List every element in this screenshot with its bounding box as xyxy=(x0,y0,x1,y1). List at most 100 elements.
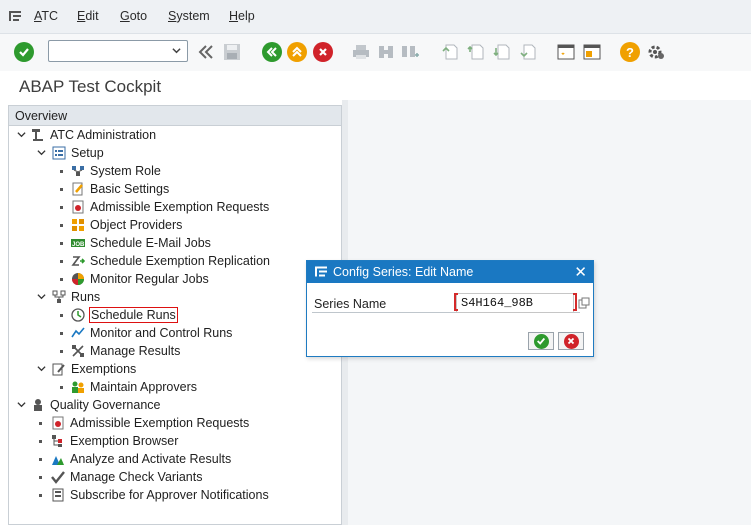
tree-bullet xyxy=(60,188,63,191)
tree-node-analyze-activate-results[interactable]: Analyze and Activate Results xyxy=(51,450,231,468)
replication-icon xyxy=(71,256,85,266)
tree-node-runs[interactable]: Runs xyxy=(52,288,100,306)
tree-bullet xyxy=(39,476,42,479)
tree-bullet xyxy=(60,260,63,263)
tree-node-exemption-browser[interactable]: Exemption Browser xyxy=(51,432,178,450)
tree-bullet xyxy=(60,170,63,173)
cancel-icon[interactable] xyxy=(313,42,333,62)
close-icon[interactable]: ✕ xyxy=(574,263,587,281)
tree-node-manage-check-variants[interactable]: Manage Check Variants xyxy=(51,468,202,486)
expand-toggle-icon[interactable] xyxy=(37,292,46,301)
dialog-title: Config Series: Edit Name xyxy=(333,265,474,279)
next-page-icon[interactable] xyxy=(492,42,512,62)
selected-node-label: Schedule Runs xyxy=(89,307,178,323)
exemption-request-icon xyxy=(72,200,84,214)
gear-icon[interactable] xyxy=(646,42,666,62)
tree-node-subscribe-approver-notifications[interactable]: Subscribe for Approver Notifications xyxy=(51,486,269,504)
tree-node-maintain-approvers[interactable]: Maintain Approvers xyxy=(71,378,197,396)
tree-node-monitor-control-runs[interactable]: Monitor and Control Runs xyxy=(71,324,232,342)
expand-toggle-icon[interactable] xyxy=(37,364,46,373)
check-icon xyxy=(533,333,549,349)
tree-node-basic-settings[interactable]: Basic Settings xyxy=(71,180,169,198)
monitor-icon xyxy=(72,273,84,285)
expand-toggle-icon[interactable] xyxy=(17,400,26,409)
save-icon[interactable] xyxy=(222,42,242,62)
first-page-icon[interactable] xyxy=(440,42,460,62)
subscribe-icon xyxy=(52,488,64,502)
governance-icon xyxy=(34,399,42,411)
chevron-down-icon[interactable] xyxy=(172,46,181,55)
tree-bullet xyxy=(60,206,63,209)
find-next-icon[interactable] xyxy=(400,42,420,62)
analyze-icon xyxy=(52,456,64,465)
overview-tree-panel: Overview ATC Administration Setup System… xyxy=(8,105,342,525)
focus-bracket-right xyxy=(573,293,577,311)
tree-node-system-role[interactable]: System Role xyxy=(71,162,161,180)
tree-node-manage-results[interactable]: Manage Results xyxy=(71,342,180,360)
tree-bullet xyxy=(60,278,63,281)
last-page-icon[interactable] xyxy=(518,42,538,62)
tree-bullet xyxy=(60,332,63,335)
menu-bar: ATC Edit Goto System Help xyxy=(0,0,751,34)
new-session-icon[interactable] xyxy=(556,42,576,62)
find-icon[interactable] xyxy=(376,42,396,62)
expand-toggle-icon[interactable] xyxy=(37,148,46,157)
double-chevron-left-icon[interactable] xyxy=(196,42,216,62)
shortcut-icon[interactable] xyxy=(582,42,602,62)
clock-icon xyxy=(71,308,85,322)
command-field[interactable] xyxy=(48,40,188,62)
runs-icon xyxy=(52,290,66,303)
series-name-input[interactable]: S4H164_98B xyxy=(456,293,574,313)
confirm-button[interactable] xyxy=(528,332,554,350)
tree-node-exemptions[interactable]: Exemptions xyxy=(52,360,136,378)
tree-node-quality-governance[interactable]: Quality Governance xyxy=(31,396,160,414)
tree-bullet xyxy=(60,314,63,317)
tree-node-qg-admissible-exemption-requests[interactable]: Admissible Exemption Requests xyxy=(51,414,249,432)
cancel-button[interactable] xyxy=(558,332,584,350)
expand-toggle-icon[interactable] xyxy=(17,130,26,139)
series-name-label: Series Name xyxy=(314,297,387,311)
value-help-icon[interactable] xyxy=(578,297,590,309)
tree-node-monitor-regular-jobs[interactable]: Monitor Regular Jobs xyxy=(71,270,209,288)
list-icon xyxy=(52,146,66,160)
tree-node-schedule-runs[interactable]: Schedule Runs xyxy=(71,306,178,324)
cancel-x-icon xyxy=(563,333,579,349)
help-icon[interactable]: ? xyxy=(620,42,640,62)
tree-bullet xyxy=(39,440,42,443)
dialog-title-bar[interactable]: Config Series: Edit Name ✕ xyxy=(307,261,593,283)
menu-edit[interactable]: Edit xyxy=(77,9,99,23)
menu-goto[interactable]: Goto xyxy=(120,9,147,23)
tree-bullet xyxy=(60,386,63,389)
system-role-icon xyxy=(72,166,84,176)
menu-icon[interactable] xyxy=(9,11,21,21)
svg-text:JOB: JOB xyxy=(72,242,85,248)
settings-doc-icon xyxy=(72,182,83,196)
tree-bullet xyxy=(60,242,63,245)
tree-node-schedule-email-jobs[interactable]: JOB Schedule E-Mail Jobs xyxy=(71,234,211,252)
checkmark-icon xyxy=(51,471,65,484)
enter-check-icon[interactable] xyxy=(14,42,34,62)
hierarchy-icon xyxy=(52,435,62,447)
tree-node-atc-administration[interactable]: ATC Administration xyxy=(31,126,156,144)
tree-node-setup[interactable]: Setup xyxy=(52,144,104,162)
toolbar: ? xyxy=(0,34,751,71)
tree-node-admissible-exemption-requests[interactable]: Admissible Exemption Requests xyxy=(71,198,269,216)
menu-icon[interactable] xyxy=(315,266,327,277)
config-series-dialog: Config Series: Edit Name ✕ Series Name S… xyxy=(306,260,594,357)
print-icon[interactable] xyxy=(351,42,371,62)
tree-node-schedule-exemption-replication[interactable]: Schedule Exemption Replication xyxy=(71,252,270,270)
menu-help[interactable]: Help xyxy=(229,9,255,23)
page-title: ABAP Test Cockpit xyxy=(19,77,162,96)
users-icon xyxy=(72,381,84,393)
job-icon: JOB xyxy=(71,239,85,248)
menu-system[interactable]: System xyxy=(168,9,210,23)
tree-bullet xyxy=(60,350,63,353)
tree-node-object-providers[interactable]: Object Providers xyxy=(71,216,182,234)
previous-page-icon[interactable] xyxy=(466,42,486,62)
exit-icon[interactable] xyxy=(287,42,307,62)
admin-icon xyxy=(32,129,43,141)
tree-bullet xyxy=(60,224,63,227)
back-icon[interactable] xyxy=(262,42,282,62)
tree-bullet xyxy=(39,494,42,497)
menu-atc[interactable]: ATC xyxy=(34,9,58,23)
